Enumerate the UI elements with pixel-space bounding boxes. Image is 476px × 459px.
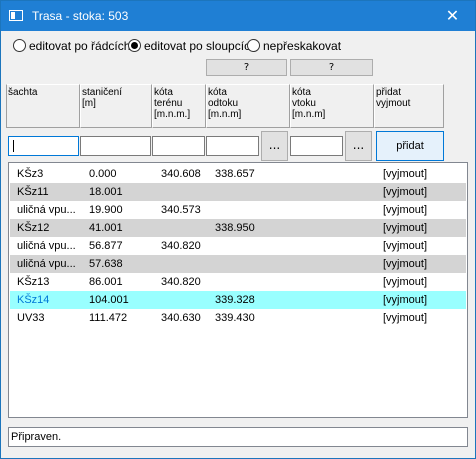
remove-link[interactable]: [vyjmout]	[383, 291, 453, 309]
cell-staniceni: 19.900	[89, 204, 123, 216]
remove-link[interactable]: [vyjmout]	[383, 273, 453, 291]
remove-link[interactable]: [vyjmout]	[383, 237, 453, 255]
cell-sachta: KŠz13	[17, 276, 50, 288]
browse-vtok-button[interactable]: ...	[345, 131, 372, 161]
table-row[interactable]: KŠz12 41.001 338.950 [vyjmout]	[10, 219, 466, 237]
cell-kota-odtoku: 339.328	[215, 294, 255, 306]
dialog-window: Trasa - stoka: 503 ✕ editovat po řádcích…	[0, 0, 476, 459]
staniceni-input[interactable]	[80, 136, 151, 156]
kota-terenu-input[interactable]	[152, 136, 205, 156]
remove-link[interactable]: [vyjmout]	[383, 219, 453, 237]
radio-indicator	[128, 39, 141, 52]
remove-link[interactable]: [vyjmout]	[383, 201, 453, 219]
cell-kota-odtoku: 338.950	[215, 222, 255, 234]
table-row[interactable]: uličná vpu... 57.638 [vyjmout]	[10, 255, 466, 273]
cell-staniceni: 111.472	[89, 312, 128, 324]
cell-sachta: KŠz14	[17, 294, 50, 306]
table-row[interactable]: uličná vpu... 56.877 340.820 [vyjmout]	[10, 237, 466, 255]
radio-no-skip[interactable]: nepřeskakovat	[247, 39, 341, 53]
table-row[interactable]: UV33 111.472 340.630 339.430 [vyjmout]	[10, 309, 466, 327]
radio-edit-by-columns[interactable]: editovat po sloupcích	[128, 39, 257, 53]
remove-link[interactable]: [vyjmout]	[383, 255, 453, 273]
cell-staniceni: 86.001	[89, 276, 123, 288]
kota-odtoku-input[interactable]	[206, 136, 259, 156]
column-header-action: přidat vyjmout	[374, 84, 444, 128]
remove-link[interactable]: [vyjmout]	[383, 183, 453, 201]
add-button[interactable]: přidat	[376, 131, 444, 161]
remove-link[interactable]: [vyjmout]	[383, 309, 453, 327]
remove-link[interactable]: [vyjmout]	[383, 165, 453, 183]
cell-kota-odtoku: 338.657	[215, 168, 255, 180]
column-header-sachta: šachta	[6, 84, 80, 128]
cell-staniceni: 0.000	[89, 168, 117, 180]
cell-kota-terenu: 340.820	[161, 276, 201, 288]
column-header-staniceni: staničení [m]	[80, 84, 152, 128]
table-row[interactable]: uličná vpu... 19.900 340.573 [vyjmout]	[10, 201, 466, 219]
shaft-list[interactable]: KŠz3 0.000 340.608 338.657 [vyjmout] KŠz11 18.…	[8, 162, 468, 418]
table-row[interactable]: KŠz3 0.000 340.608 338.657 [vyjmout]	[10, 165, 466, 183]
help-button-odtok[interactable]: ?	[206, 59, 287, 76]
cell-sachta: KŠz12	[17, 222, 50, 234]
cell-sachta: KŠz11	[17, 186, 49, 198]
window-icon	[9, 10, 23, 21]
cell-kota-terenu: 340.820	[161, 240, 201, 252]
cell-sachta: uličná vpu...	[17, 258, 76, 270]
close-button[interactable]: ✕	[430, 1, 475, 31]
radio-label: editovat po sloupcích	[144, 39, 257, 53]
kota-vtoku-input[interactable]	[290, 136, 343, 156]
help-button-vtok[interactable]: ?	[290, 59, 373, 76]
table-row[interactable]: KŠz13 86.001 340.820 [vyjmout]	[10, 273, 466, 291]
cell-kota-terenu: 340.608	[161, 168, 201, 180]
radio-edit-by-rows[interactable]: editovat po řádcích	[13, 39, 130, 53]
radio-label: nepřeskakovat	[263, 39, 342, 53]
cell-staniceni: 56.877	[89, 240, 123, 252]
cell-kota-terenu: 340.630	[161, 312, 201, 324]
radio-indicator	[13, 39, 26, 52]
cell-sachta: KŠz3	[17, 168, 44, 180]
cell-sachta: uličná vpu...	[17, 204, 76, 216]
cell-kota-terenu: 340.573	[161, 204, 201, 216]
title-bar[interactable]: Trasa - stoka: 503 ✕	[1, 1, 475, 31]
column-header-kota-odtoku: kóta odtoku [m.n.m]	[206, 84, 290, 128]
table-row[interactable]: KŠz14 104.001 339.328 [vyjmout]	[10, 291, 466, 309]
cell-staniceni: 41.001	[89, 222, 123, 234]
column-header-kota-terenu: kóta terénu [m.n.m.]	[152, 84, 206, 128]
text-caret	[13, 140, 14, 152]
column-header-kota-vtoku: kóta vtoku [m.n.m]	[290, 84, 374, 128]
sachta-input[interactable]	[8, 136, 79, 156]
status-bar: Připraven.	[8, 427, 468, 447]
radio-label: editovat po řádcích	[29, 39, 131, 53]
table-row[interactable]: KŠz11 18.001 [vyjmout]	[10, 183, 466, 201]
cell-kota-odtoku: 339.430	[215, 312, 255, 324]
window-title: Trasa - stoka: 503	[32, 9, 129, 23]
cell-sachta: uličná vpu...	[17, 240, 76, 252]
browse-odtok-button[interactable]: ...	[261, 131, 288, 161]
cell-sachta: UV33	[17, 312, 45, 324]
cell-staniceni: 57.638	[89, 258, 123, 270]
radio-indicator	[247, 39, 260, 52]
cell-staniceni: 18.001	[89, 186, 123, 198]
cell-staniceni: 104.001	[89, 294, 129, 306]
